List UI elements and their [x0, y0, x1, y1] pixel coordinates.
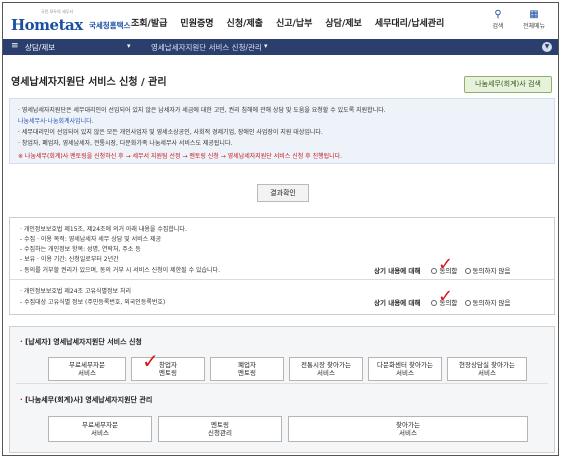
info-box: · 영세납세자지원단은 세무대리인이 선임되어 있지 않은 납세자가 세금에 대… [9, 98, 555, 164]
consent-text: - 수집하는 개인정보 항목: 성명, 연락처, 주소 등 [20, 246, 141, 253]
search-label: 검색 [492, 23, 504, 30]
disagree-radio[interactable] [464, 268, 471, 274]
result-check-button[interactable]: 결과확인 [257, 184, 309, 202]
info-line-notice: ※ 나눔세무(회계)사 멘토링을 신청하신 후 → 세무서 지원팀 선정 → 멘… [18, 153, 343, 160]
consent-text: - 수집대상 고유식별 정보 (주민등록번호, 외국인등록번호) [20, 299, 166, 306]
info-line: · 영세납세자지원단은 세무대리인이 선임되어 있지 않은 납세자가 세금에 대… [18, 107, 386, 114]
section-title-text: [납세자] 영세납세자지원단 서비스 신청 [25, 338, 142, 346]
checkmark-annotation-icon: ✓ [142, 349, 159, 373]
visit-service-manage-button[interactable]: 찾아가는 서비스 [288, 416, 528, 442]
agree-radio[interactable] [431, 268, 438, 274]
search-icon: ⚲ [494, 9, 502, 20]
section-title-text: [나눔세무(회계)사] 영세납세자지원단 관리 [25, 396, 153, 404]
agree-radio[interactable] [431, 300, 438, 306]
gnb-item-filing[interactable]: 신고/납부 [276, 16, 312, 29]
multicultural-visit-button[interactable]: 다문화센터 찾아가는 서비스 [368, 357, 442, 381]
gnb-item-certificates[interactable]: 민원증명 [180, 16, 213, 29]
location-bar: ≡ 상담/제보 ▾ 영세납세자지원단 서비스 신청/관리 ▾ ▼ [3, 39, 558, 55]
agree-label: 상기 내용에 대해 [374, 299, 421, 307]
service-panel: · [납세자] 영세납세자지원단 서비스 신청 무료세무자문 서비스 창업자 멘… [9, 326, 555, 453]
checkmark-annotation-icon: ✓ [438, 286, 454, 307]
consent-box: · 개인정보보호법 제15조, 제24조에 의거 아래 내용을 수집합니다. -… [9, 217, 555, 315]
free-tax-advice-button[interactable]: 무료세무자문 서비스 [48, 357, 126, 381]
breadcrumb-current[interactable]: 영세납세자지원단 서비스 신청/관리 [151, 42, 262, 53]
mentoring-manage-button[interactable]: 멘토링 신청관리 [158, 416, 282, 442]
section-title-accountant: · [나눔세무(회계)사] 영세납세자지원단 관리 [20, 396, 153, 404]
gnb-item-application[interactable]: 신청/제출 [227, 16, 263, 29]
consent-text: · 개인정보보호법 제24조 고유식별정보 처리 [20, 288, 132, 295]
field-consult-visit-button[interactable]: 현장상담실 찾아가는 서비스 [447, 357, 527, 381]
page-title: 영세납세자지원단 서비스 신청 / 관리 [11, 77, 167, 88]
consent-text: - 수집 · 이용 목적: 영세납세자 세무 상담 및 서비스 제공 [20, 236, 162, 243]
consent-text: - 동의를 거부할 권리가 있으며, 동의 거부 시 서비스 신청이 제한될 수… [20, 267, 220, 274]
expand-icon[interactable]: ▼ [542, 42, 552, 52]
agree-label: 상기 내용에 대해 [374, 267, 421, 275]
search-tax-accountant-button[interactable]: 나눔세무(회계)사 검색 [464, 76, 552, 93]
disagree-option[interactable]: 동의하지 않음 [473, 299, 511, 307]
global-nav: 조회/발급 민원증명 신청/제출 신고/납부 상담/제보 세무대리/납세관리 [131, 16, 457, 29]
gnb-item-inquiry[interactable]: 조회/발급 [131, 16, 167, 29]
checkmark-annotation-icon: ✓ [438, 254, 454, 275]
breadcrumb-category[interactable]: 상담/제보 [25, 42, 55, 53]
divider [16, 383, 548, 384]
info-line: · 세무대리인이 선임되어 있지 않은 모든 개인사업자 및 영세소상공인, 사… [18, 129, 323, 136]
top-header: 국민 모두의 세무서 Hometax 국세청홈택스 조회/발급 민원증명 신청/… [3, 3, 558, 39]
closure-mentoring-button[interactable]: 폐업자 멘토링 [210, 357, 284, 381]
logo-brand: Hometax [11, 16, 83, 34]
top-utility: ⚲ 검색 ▦ 전체메뉴 [480, 9, 552, 30]
all-menu-label: 전체메뉴 [522, 23, 546, 30]
chevron-down-icon[interactable]: ▾ [264, 42, 268, 50]
disagree-radio[interactable] [464, 300, 471, 306]
page-frame: 국민 모두의 세무서 Hometax 국세청홈택스 조회/발급 민원증명 신청/… [2, 2, 559, 456]
hamburger-icon[interactable]: ≡ [11, 41, 19, 51]
divider [10, 279, 554, 280]
logo-korean-name: 국세청홈택스 [89, 21, 131, 30]
section-title-applicant: · [납세자] 영세납세자지원단 서비스 신청 [20, 338, 142, 346]
grid-icon: ▦ [529, 9, 539, 20]
search-button[interactable]: ⚲ 검색 [480, 9, 516, 30]
market-visit-button[interactable]: 전통시장 찾아가는 서비스 [289, 357, 363, 381]
chevron-down-icon[interactable]: ▾ [127, 42, 131, 50]
free-tax-advice-manage-button[interactable]: 무료세무자문 서비스 [48, 416, 152, 442]
info-line-link[interactable]: 나눔세무사·나눔회계사입니다. [18, 116, 94, 125]
gnb-item-agent[interactable]: 세무대리/납세관리 [375, 16, 445, 29]
gnb-item-consult[interactable]: 상담/제보 [325, 16, 361, 29]
consent-text: · 개인정보보호법 제15조, 제24조에 의거 아래 내용을 수집합니다. [20, 226, 187, 233]
disagree-option[interactable]: 동의하지 않음 [473, 267, 511, 275]
logo-tagline: 국민 모두의 세무서 [41, 9, 73, 14]
consent-text: - 보유 · 이용 기간: 신청일로부터 2년간 [20, 256, 119, 263]
info-line: · 창업자, 폐업자, 영세납세자, 전통시장, 다문화가족 나눔세무사 서비스… [18, 140, 233, 147]
all-menu-button[interactable]: ▦ 전체메뉴 [516, 9, 552, 30]
